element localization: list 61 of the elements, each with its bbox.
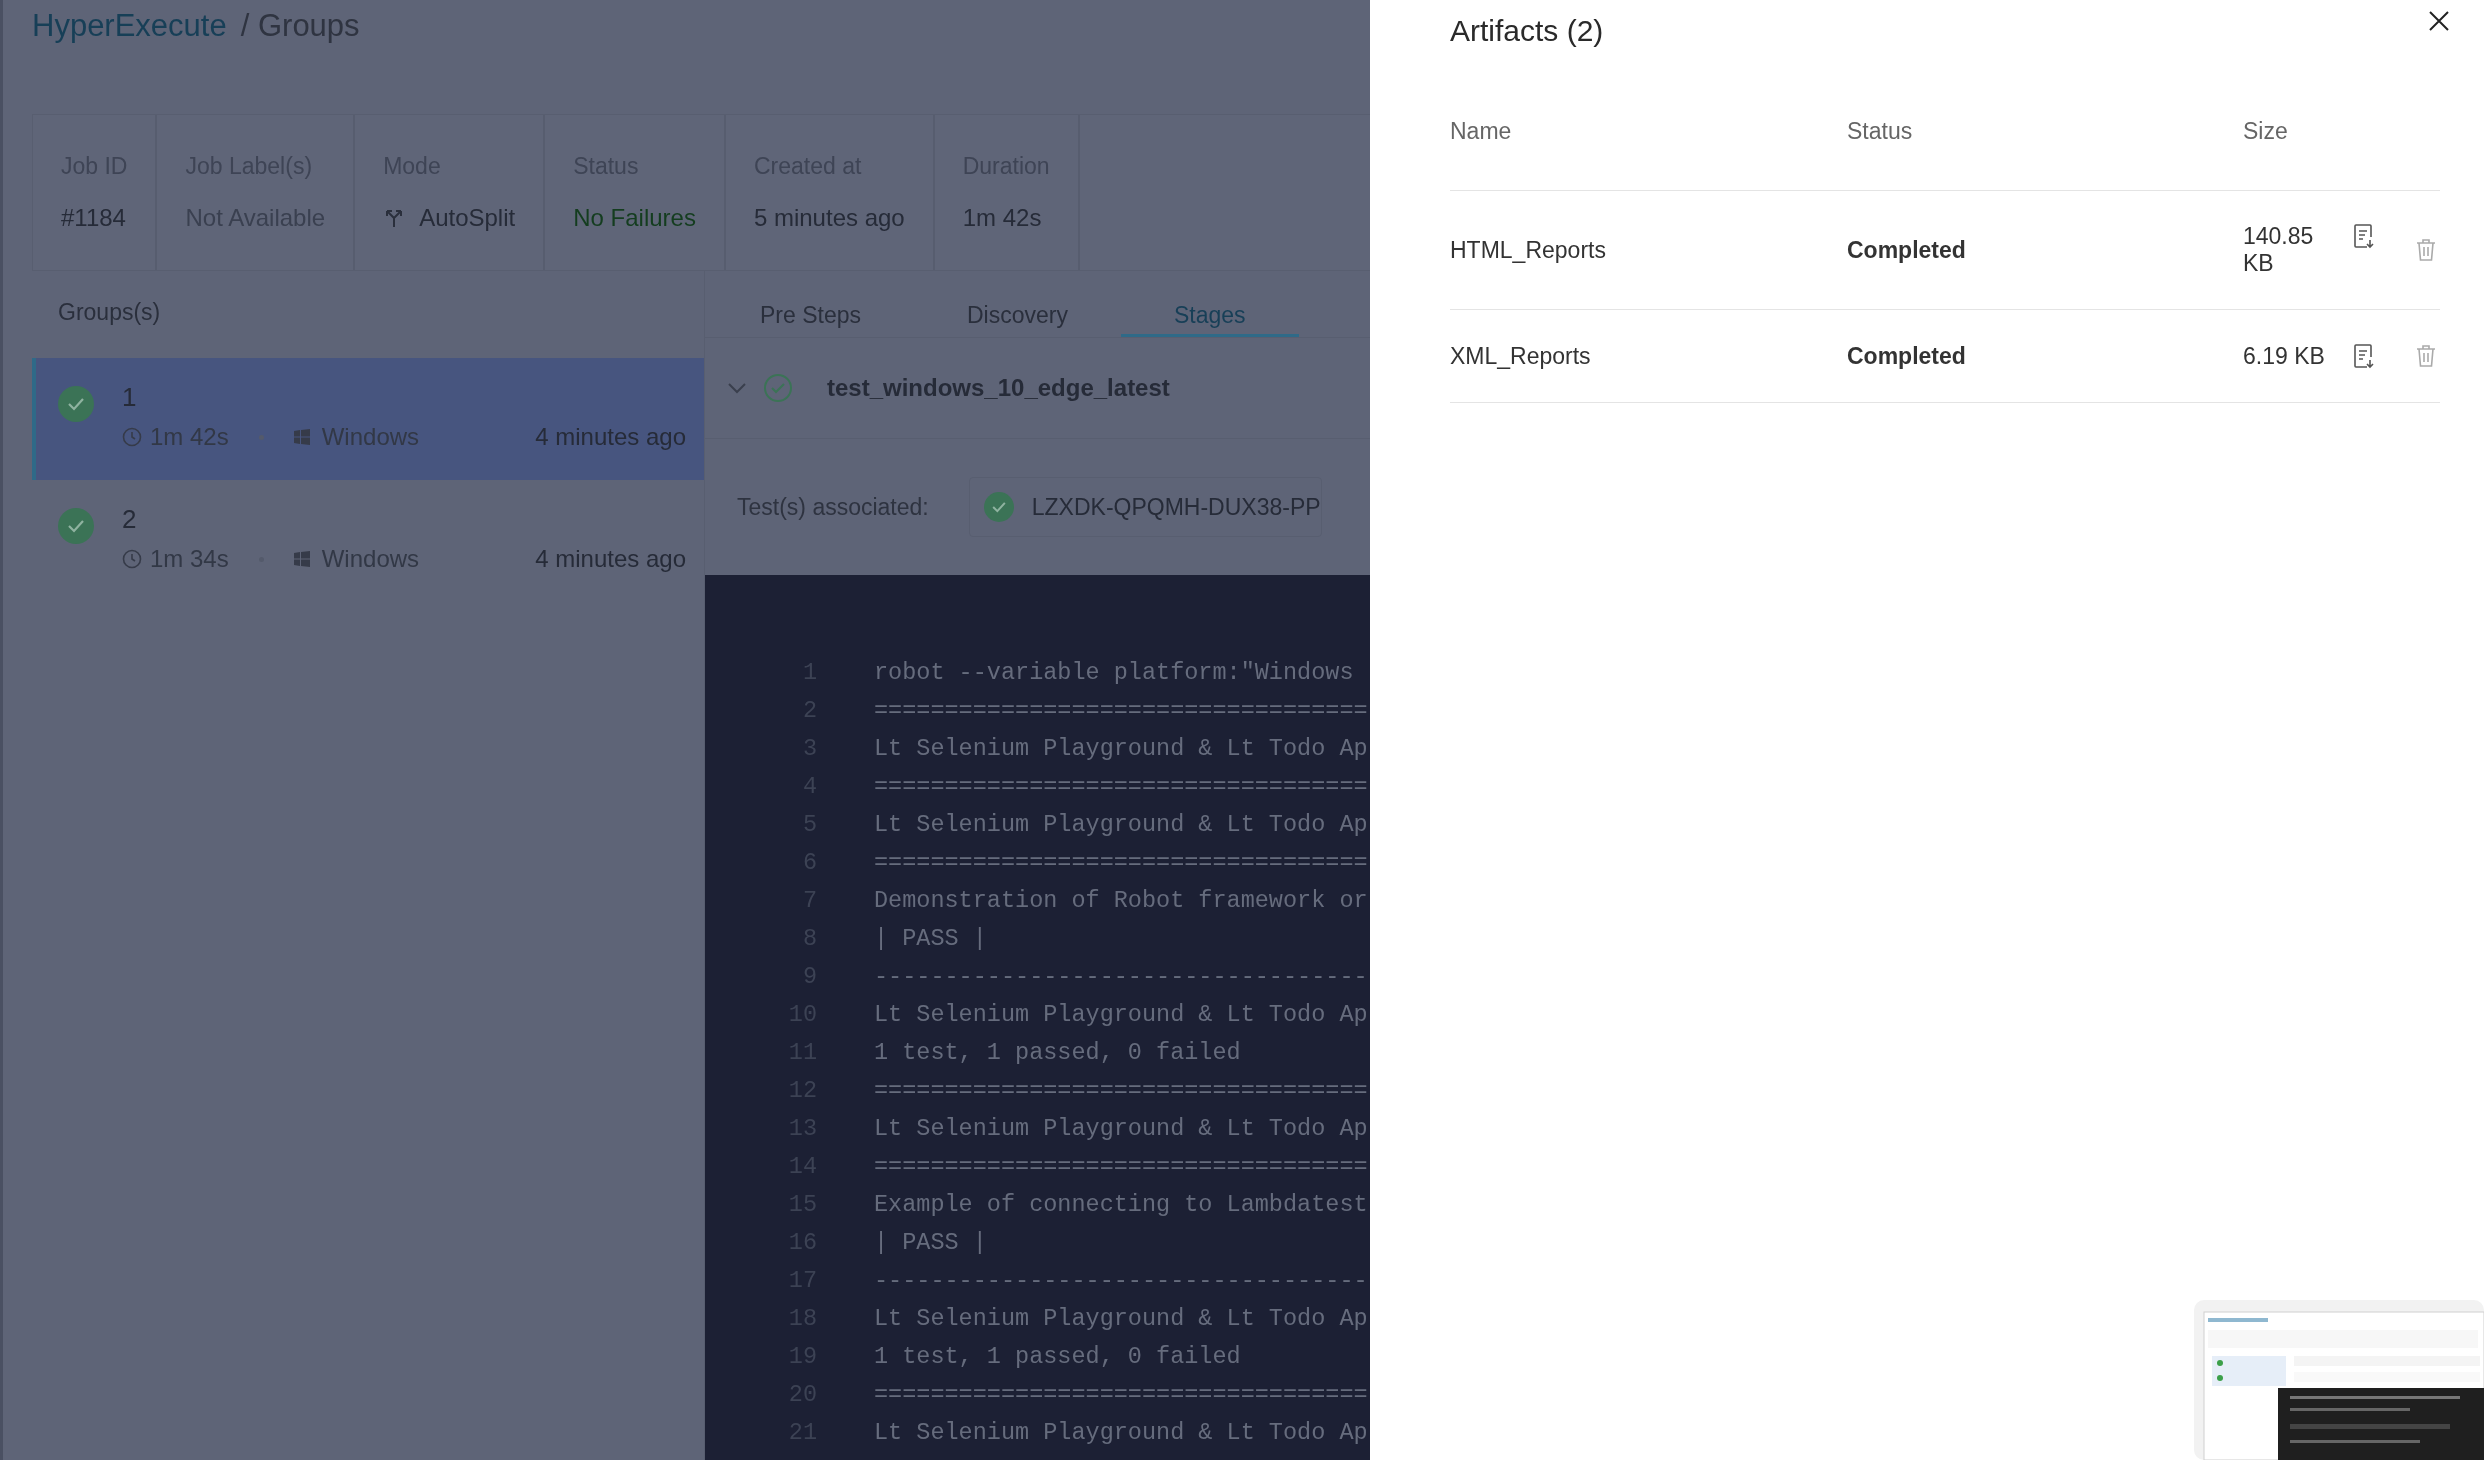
log-line: robot --variable platform:"Windows xyxy=(874,658,1354,686)
group-item[interactable]: 1 1m 42s Windows 4 minutes ago xyxy=(32,358,704,480)
log-line: Demonstration of Robot framework or xyxy=(874,886,1368,914)
log-line: =================================== xyxy=(874,696,1368,724)
artifact-name: XML_Reports xyxy=(1450,342,1592,370)
tests-label: Test(s) associated: xyxy=(737,493,929,521)
trash-icon[interactable] xyxy=(2415,343,2437,369)
tab[interactable]: Discovery xyxy=(914,295,1121,337)
field-value: 1m 42s xyxy=(962,204,1042,232)
windows-icon xyxy=(293,429,310,445)
test-id: LZXDK-QPQMH-DUX38-PP xyxy=(1031,493,1321,521)
column-header: Size xyxy=(2243,118,2289,145)
artifact-status: Completed xyxy=(1847,236,1967,264)
log-line: | PASS | xyxy=(874,1228,987,1256)
log-line: Lt Selenium Playground & Lt Todo Ap xyxy=(874,1114,1368,1142)
log-line: =================================== xyxy=(874,848,1368,876)
group-name: 1 xyxy=(122,382,138,413)
stage-name: test_windows_10_edge_latest xyxy=(827,374,1170,402)
log-line: Example of connecting to Lambdatest xyxy=(874,1190,1368,1218)
log-line: ----------------------------------- xyxy=(874,1266,1368,1294)
log-line: | PASS | xyxy=(874,924,987,952)
log-line: Lt Selenium Playground & Lt Todo Ap xyxy=(874,734,1368,762)
log-line: ----------------------------------- xyxy=(874,962,1368,990)
artifact-status: Completed xyxy=(1847,342,1967,370)
tab[interactable]: Pre Steps xyxy=(707,295,914,337)
time-text: 4 minutes ago xyxy=(535,545,686,573)
log-line: Lt Selenium Playground & Lt Todo Ap xyxy=(874,1418,1368,1446)
drawer-title: Artifacts (2) xyxy=(1450,13,1604,48)
os-text: Windows xyxy=(321,423,420,451)
test-chip[interactable]: LZXDK-QPQMH-DUX38-PP xyxy=(968,477,1322,537)
time-text: 4 minutes ago xyxy=(535,423,686,451)
log-line: 1 test, 1 passed, 0 failed xyxy=(874,1342,1241,1370)
download-icon[interactable] xyxy=(2353,223,2375,249)
field-value: 5 minutes ago xyxy=(753,204,905,232)
column-header: Name xyxy=(1450,118,1513,145)
breadcrumb-link[interactable]: HyperExecute xyxy=(32,8,227,43)
field-value: AutoSplit xyxy=(419,204,516,232)
close-icon[interactable] xyxy=(2428,10,2450,32)
clock-icon xyxy=(122,549,142,569)
log-line: =================================== xyxy=(874,1380,1368,1408)
log-line: Lt Selenium Playground & Lt Todo Ap xyxy=(874,1000,1368,1028)
download-icon[interactable] xyxy=(2353,342,2375,369)
panel-title: Groups(s) xyxy=(57,298,162,327)
field-value: No Failures xyxy=(573,204,696,232)
log-line: =================================== xyxy=(874,1152,1368,1180)
artifact-name: HTML_Reports xyxy=(1450,236,1607,264)
duration-text: 1m 42s xyxy=(150,423,229,451)
column-header: Status xyxy=(1847,118,1914,145)
log-line: Lt Selenium Playground & Lt Todo Ap xyxy=(874,1304,1368,1332)
artifact-size: 6.19 KB xyxy=(2243,342,2326,370)
trash-icon[interactable] xyxy=(2415,237,2437,263)
log-line: =================================== xyxy=(874,1076,1368,1104)
log-line: Lt Selenium Playground & Lt Todo Ap xyxy=(874,810,1368,838)
clock-icon xyxy=(122,427,142,447)
log-line: =================================== xyxy=(874,772,1368,800)
artifact-size: 140.85 KB xyxy=(2243,223,2315,277)
group-name: 2 xyxy=(122,504,138,535)
windows-icon xyxy=(293,551,310,567)
log-line: 1 test, 1 passed, 0 failed xyxy=(874,1038,1241,1066)
tab[interactable]: Stages xyxy=(1120,295,1299,337)
field-value: #1184 xyxy=(61,204,126,232)
